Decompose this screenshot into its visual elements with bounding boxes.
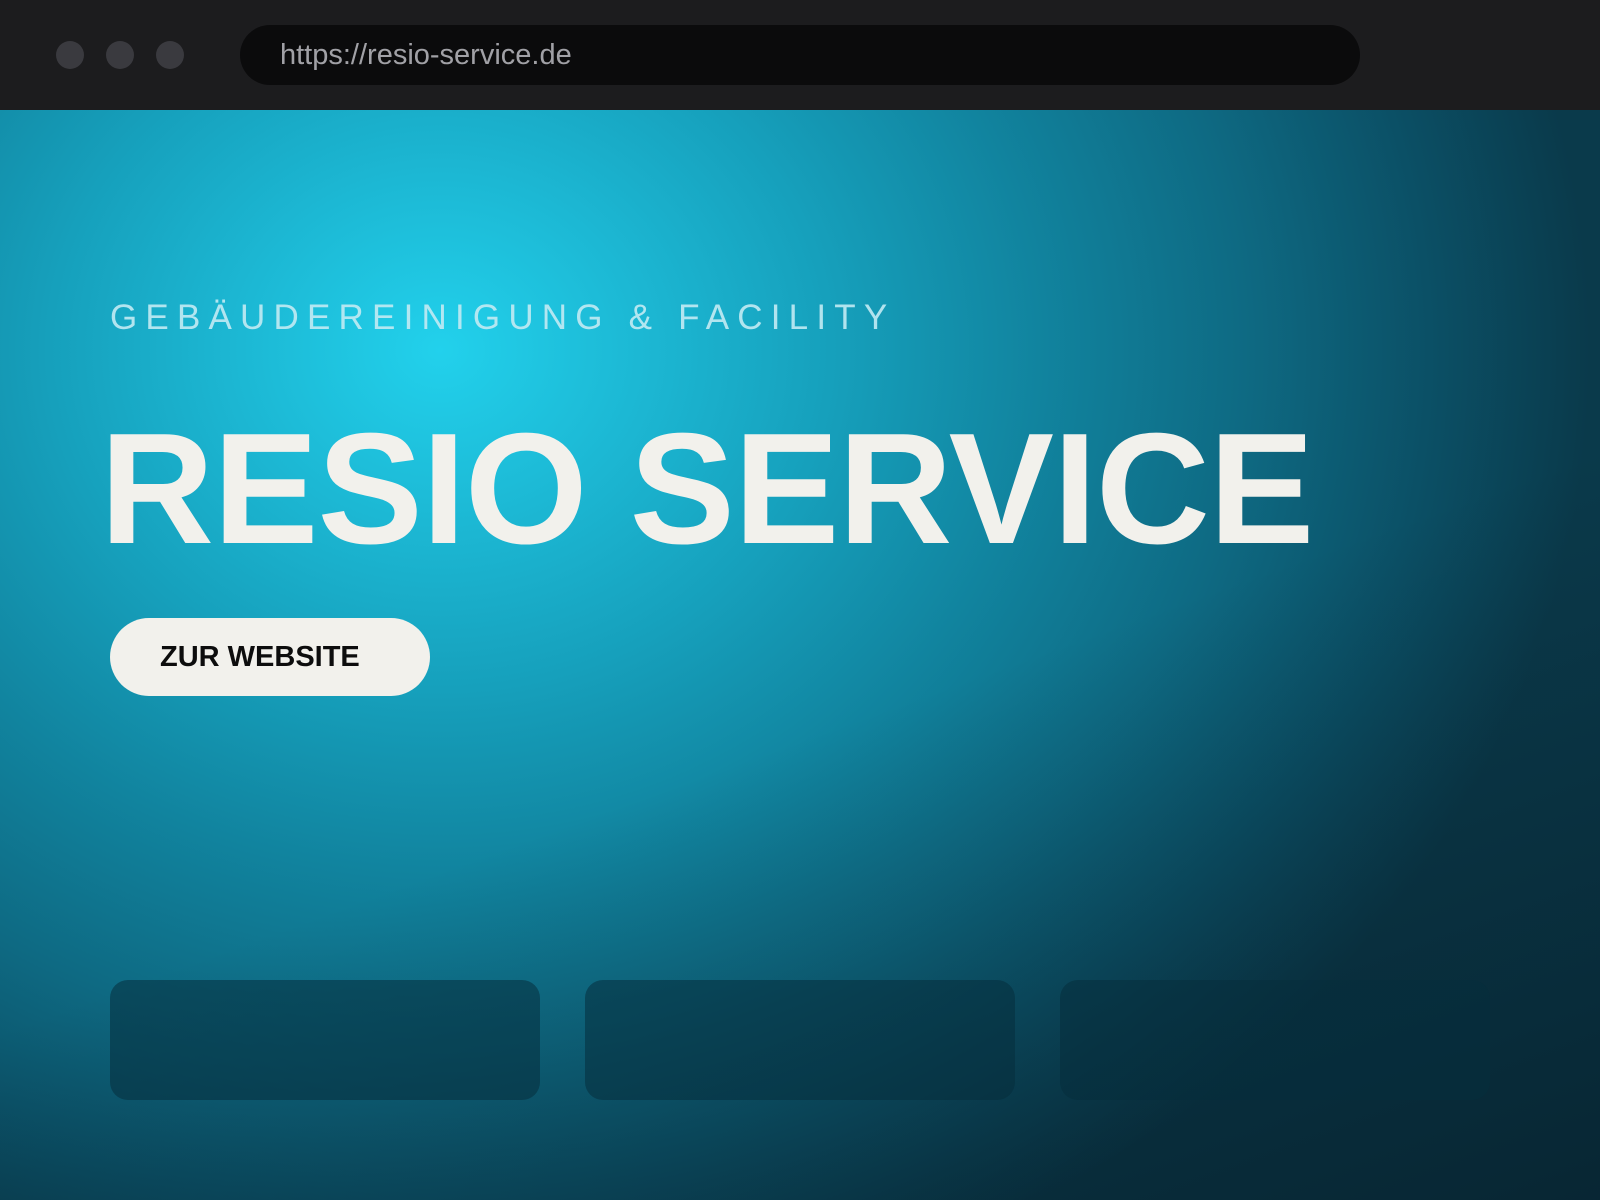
browser-toolbar: https://resio-service.de [0,0,1600,110]
page-viewport: GEBÄUDEREINIGUNG & FACILITY RESIO SERVIC… [0,110,1600,1200]
window-zoom-dot[interactable] [156,41,184,69]
zur-website-button[interactable]: ZUR WEBSITE [110,618,430,696]
hero-eyebrow: GEBÄUDEREINIGUNG & FACILITY [110,298,896,337]
url-text: https://resio-service.de [280,38,572,71]
hero-title: RESIO SERVICE [100,401,1314,577]
window-minimize-dot[interactable] [106,41,134,69]
feature-card[interactable] [585,980,1015,1100]
address-bar[interactable]: https://resio-service.de [240,25,1360,85]
cta-label: ZUR WEBSITE [160,640,360,673]
feature-card[interactable] [1060,980,1490,1100]
feature-card[interactable] [110,980,540,1100]
window-close-dot[interactable] [56,41,84,69]
